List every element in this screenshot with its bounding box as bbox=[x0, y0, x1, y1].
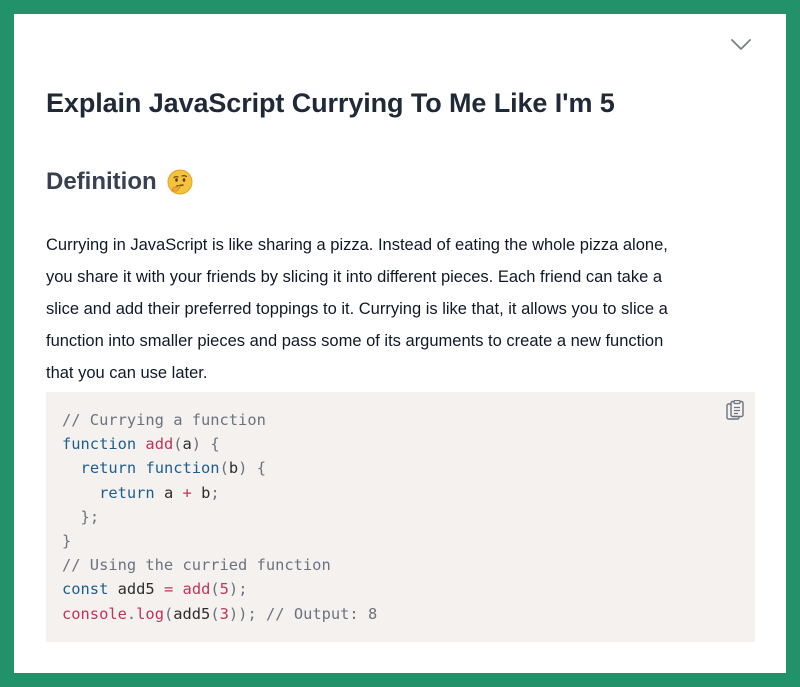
code-token: function bbox=[145, 459, 220, 478]
code-line: console.log(add5(3)); // Output: 8 bbox=[62, 605, 377, 623]
code-token: add bbox=[145, 435, 174, 454]
paragraph-line: function into smaller pieces and pass so… bbox=[46, 332, 664, 350]
code-token: 5 bbox=[219, 580, 229, 599]
code-token: function bbox=[62, 435, 137, 454]
article-card: Explain JavaScript Currying To Me Like I… bbox=[14, 14, 786, 673]
code-token: } bbox=[80, 507, 90, 526]
code-token: ( bbox=[163, 604, 174, 623]
code-token: // Output: 8 bbox=[266, 604, 378, 623]
code-token: ( bbox=[210, 604, 220, 623]
paragraph-line: slice and add their preferred toppings t… bbox=[46, 300, 668, 318]
code-token: return bbox=[99, 483, 155, 502]
code-token: return bbox=[80, 459, 137, 478]
section-heading: Definition bbox=[46, 168, 193, 196]
code-token: a bbox=[163, 483, 174, 502]
code-line: } bbox=[62, 532, 71, 550]
code-token: ) bbox=[228, 580, 239, 599]
clipboard-copy-icon[interactable] bbox=[725, 400, 745, 422]
code-token: log bbox=[136, 604, 164, 623]
code-token: ( bbox=[210, 580, 220, 599]
paragraph-line: you share it with your friends by slicin… bbox=[46, 268, 663, 286]
code-token: ) bbox=[228, 604, 239, 623]
code-token: { bbox=[210, 435, 220, 454]
code-token: b bbox=[201, 483, 211, 502]
code-token: b bbox=[228, 459, 239, 478]
code-token: console bbox=[62, 604, 127, 623]
code-token: ) bbox=[238, 459, 248, 478]
code-line: // Using the curried function bbox=[62, 556, 331, 574]
code-line: // Currying a function bbox=[62, 411, 266, 429]
code-token: const bbox=[62, 580, 109, 599]
definition-paragraph: Currying in JavaScript is like sharing a… bbox=[46, 229, 758, 389]
code-token: add5 bbox=[117, 580, 155, 599]
code-token: add5 bbox=[173, 604, 211, 623]
code-token: ; bbox=[247, 604, 257, 623]
code-token: } bbox=[62, 532, 72, 551]
code-token: ; bbox=[238, 580, 248, 599]
code-token: // Using the curried function bbox=[62, 556, 331, 575]
code-token: 3 bbox=[219, 604, 229, 623]
page-title: Explain JavaScript Currying To Me Like I… bbox=[46, 88, 615, 118]
section-heading-text: Definition bbox=[46, 168, 157, 195]
chevron-down-icon[interactable] bbox=[730, 38, 752, 52]
paragraph-line: Currying in JavaScript is like sharing a… bbox=[46, 236, 668, 254]
thinking-face-icon bbox=[167, 169, 193, 195]
code-line: }; bbox=[62, 507, 100, 526]
code-token: a bbox=[182, 435, 192, 454]
code-line: const add5 = add(5); bbox=[62, 580, 247, 598]
code-token: // Currying a function bbox=[62, 411, 266, 429]
code-token: add bbox=[182, 580, 211, 599]
code-block: // Currying a function function add(a) {… bbox=[46, 392, 755, 642]
code-content: // Currying a function function add(a) {… bbox=[62, 408, 377, 626]
code-token: ( bbox=[219, 459, 229, 478]
code-line: return a + b; bbox=[62, 484, 220, 502]
code-token: ( bbox=[173, 435, 183, 454]
code-line: function add(a) { bbox=[62, 435, 220, 453]
code-token: . bbox=[126, 604, 137, 623]
code-line: return function(b) { bbox=[62, 459, 266, 477]
code-token: = bbox=[163, 580, 174, 599]
code-token: ) bbox=[191, 435, 202, 454]
code-token: ; bbox=[89, 507, 100, 526]
code-token: { bbox=[256, 459, 266, 478]
code-token: ; bbox=[210, 483, 220, 502]
paragraph-line: that you can use later. bbox=[46, 364, 208, 382]
code-token: + bbox=[182, 483, 192, 502]
